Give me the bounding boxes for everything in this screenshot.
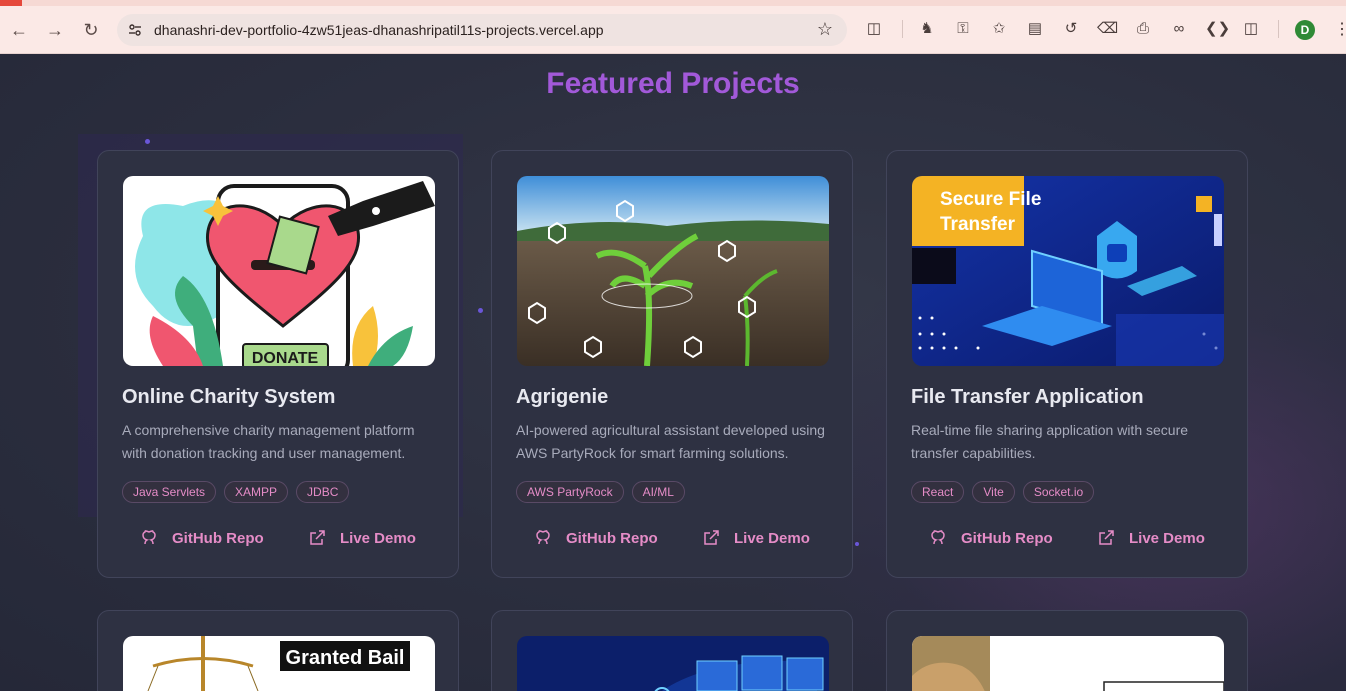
active-tab-edge[interactable] [0, 0, 22, 6]
tech-tag: Java Servlets [122, 481, 217, 503]
reading-list-icon[interactable]: ▤ [1025, 19, 1045, 39]
tech-tags: Java Servlets XAMPP JDBC [122, 481, 350, 503]
live-demo-label: Live Demo [734, 529, 810, 547]
profile-avatar[interactable]: D [1295, 20, 1315, 40]
live-demo-link[interactable]: Live Demo [308, 527, 416, 549]
dog-photo [912, 636, 1224, 691]
project-card: Agrigenie AI-powered agricultural assist… [491, 150, 853, 578]
live-demo-label: Live Demo [1129, 529, 1205, 547]
project-card [886, 610, 1248, 691]
github-repo-label: GitHub Repo [961, 529, 1053, 547]
github-repo-label: GitHub Repo [566, 529, 658, 547]
image-caption-line: Transfer [940, 214, 1016, 235]
agriculture-photo [517, 176, 829, 366]
donate-sign-text: DONATE [252, 350, 319, 366]
github-icon [536, 530, 550, 545]
external-link-icon [1099, 530, 1114, 545]
github-icon [142, 530, 156, 545]
project-card: Granted Bail [97, 610, 459, 691]
project-image[interactable]: Granted Bail [123, 636, 435, 691]
project-links: GitHub Repo Live Demo [140, 527, 416, 549]
project-card: DONATE Online Charity System A comprehen… [97, 150, 459, 578]
bail-illustration: Granted Bail [123, 636, 435, 691]
project-image[interactable]: Secure File Transfer [912, 176, 1224, 366]
project-title: File Transfer Application [911, 386, 1144, 408]
github-icon [931, 530, 945, 545]
menu-icon[interactable]: ⋮ [1334, 18, 1346, 42]
bookmark-star-icon[interactable]: ☆ [817, 19, 833, 40]
charity-illustration: DONATE [123, 176, 435, 366]
tech-tag: XAMPP [224, 481, 289, 503]
browser-toolbar: ← → ↻ dhanashri-dev-portfolio-4zw51jeas-… [0, 0, 1346, 54]
password-key-icon[interactable]: ⚿ [953, 19, 973, 39]
project-title: Online Charity System [122, 386, 336, 408]
incognito-icon[interactable]: ♞ [917, 19, 937, 39]
tech-tag: React [911, 481, 965, 503]
reload-icon[interactable]: ↻ [79, 18, 103, 42]
particle-dot [478, 308, 483, 313]
project-image[interactable] [517, 176, 829, 366]
toolbar-divider [902, 20, 903, 38]
address-bar[interactable]: dhanashri-dev-portfolio-4zw51jeas-dhanas… [117, 14, 847, 46]
live-demo-link[interactable]: Live Demo [1097, 527, 1205, 549]
section-title: Featured Projects [546, 67, 800, 100]
history-icon[interactable]: ↺ [1061, 19, 1081, 39]
tech-tags: React Vite Socket.io [911, 481, 1095, 503]
project-image[interactable] [912, 636, 1224, 691]
favorites-icon[interactable]: ✩ [989, 19, 1009, 39]
tech-tag: Vite [972, 481, 1015, 503]
github-repo-link[interactable]: GitHub Repo [534, 527, 702, 549]
project-description: A comprehensive charity management platf… [122, 422, 415, 461]
devtools-icon[interactable]: ❮❯ [1205, 19, 1230, 39]
tech-tags: AWS PartyRock AI/ML [516, 481, 685, 503]
delete-icon[interactable]: ⌫ [1097, 19, 1118, 39]
side-panel-icon[interactable]: ◫ [1241, 19, 1261, 39]
live-demo-label: Live Demo [340, 529, 416, 547]
print-icon[interactable]: ⎙ [1133, 19, 1153, 39]
project-image[interactable] [517, 636, 829, 691]
live-demo-link[interactable]: Live Demo [702, 527, 810, 549]
particle-dot [855, 542, 859, 546]
project-card: Secure File Transfer File Transfer Applic… [886, 150, 1248, 578]
external-link-icon [704, 530, 719, 545]
github-repo-label: GitHub Repo [172, 529, 264, 547]
project-description: AI-powered agricultural assistant develo… [516, 422, 825, 461]
url-text[interactable]: dhanashri-dev-portfolio-4zw51jeas-dhanas… [154, 22, 604, 38]
tab-strip [0, 0, 1346, 6]
tech-tag: AI/ML [631, 481, 685, 503]
external-link-icon [310, 530, 325, 545]
tech-tag: AWS PartyRock [516, 481, 624, 503]
project-card [491, 610, 853, 691]
granted-bail-text: Granted Bail [286, 647, 405, 669]
github-repo-link[interactable]: GitHub Repo [929, 527, 1097, 549]
tech-tag: Socket.io [1022, 481, 1095, 503]
data-dashboard-illustration [517, 636, 829, 691]
site-info-icon[interactable] [128, 23, 142, 37]
extensions-icon[interactable]: ◫ [864, 19, 884, 39]
secure-file-transfer-illustration: Secure File Transfer [912, 176, 1224, 366]
github-repo-link[interactable]: GitHub Repo [140, 527, 308, 549]
project-title: Agrigenie [516, 386, 609, 408]
project-links: GitHub Repo Live Demo [929, 527, 1205, 549]
project-description: Real-time file sharing application with … [911, 422, 1189, 461]
copy-link-icon[interactable]: ∞ [1169, 19, 1189, 39]
back-icon[interactable]: ← [7, 18, 31, 42]
project-image[interactable]: DONATE [123, 176, 435, 366]
portfolio-page: Featured Projects DONATE Online Charity [0, 54, 1346, 691]
particle-dot [145, 139, 150, 144]
project-links: GitHub Repo Live Demo [534, 527, 810, 549]
tech-tag: JDBC [296, 481, 350, 503]
toolbar-divider [1278, 20, 1279, 38]
image-caption-line: Secure File [940, 189, 1041, 210]
forward-icon[interactable]: → [43, 18, 67, 42]
